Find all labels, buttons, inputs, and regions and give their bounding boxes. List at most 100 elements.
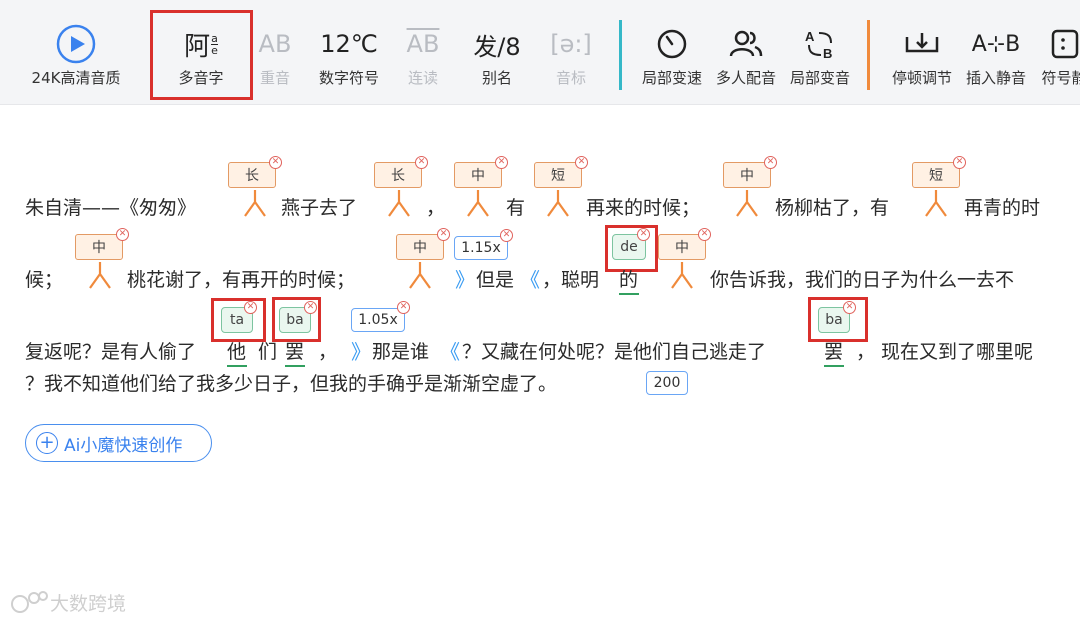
pause-marker-icon[interactable] xyxy=(668,262,696,290)
text-segment[interactable]: ， 现在又到了哪里呢 xyxy=(856,340,1033,364)
remove-icon[interactable]: ✕ xyxy=(575,156,588,169)
text-segment[interactable]: 朱自清——《匆匆》 xyxy=(25,196,196,220)
local-speed-button[interactable]: 局部变速 xyxy=(636,0,708,104)
pause-tag-mid[interactable]: 中 xyxy=(396,234,444,260)
pause-marker-icon[interactable] xyxy=(241,190,269,218)
pause-tag-short[interactable]: 短 xyxy=(534,162,582,188)
alias-icon: 发/8 xyxy=(473,32,521,61)
pause-tag-long[interactable]: 长 xyxy=(228,162,276,188)
polyphone-highlight-box xyxy=(150,10,253,100)
remove-icon[interactable]: ✕ xyxy=(953,156,966,169)
text-segment[interactable]: ，聪明 xyxy=(542,268,599,292)
pause-adjust-icon xyxy=(905,22,939,66)
phonetic-icon: [ə:] xyxy=(550,30,592,58)
alias-button[interactable]: 发/8 别名 xyxy=(472,0,522,104)
remove-icon[interactable]: ✕ xyxy=(116,228,129,241)
number-symbol-button[interactable]: 12℃ 数字符号 xyxy=(312,0,386,104)
remove-icon[interactable]: ✕ xyxy=(437,228,450,241)
speed-rate-tag[interactable]: 1.05x xyxy=(351,308,405,332)
polyphone-char[interactable]: 他 xyxy=(227,340,246,364)
remove-icon[interactable]: ✕ xyxy=(269,156,282,169)
hd-audio-button[interactable]: 24K高清音质 xyxy=(20,0,132,104)
speed-start-marker-icon[interactable]: 》 xyxy=(455,268,475,292)
silence-duration-tag[interactable]: 200 xyxy=(646,371,688,395)
toolbar-separator xyxy=(867,20,870,90)
multi-voice-button[interactable]: 多人配音 xyxy=(710,0,782,104)
remove-icon[interactable]: ✕ xyxy=(397,301,410,314)
polyphone-char[interactable]: 罢 xyxy=(285,340,304,364)
pause-tag-mid[interactable]: 中 xyxy=(75,234,123,260)
speed-rate-tag[interactable]: 1.15x xyxy=(454,236,508,260)
play-circle-icon xyxy=(56,22,96,66)
text-segment[interactable]: ， xyxy=(426,196,445,220)
text-segment[interactable]: ？又藏在何处呢？是他们自己逃走了 xyxy=(462,340,766,364)
watermark-logo-icon xyxy=(11,591,48,613)
number-symbol-icon: 12℃ xyxy=(320,30,378,58)
pinyin-underline xyxy=(285,365,305,367)
remove-icon[interactable]: ✕ xyxy=(415,156,428,169)
speed-gauge-icon xyxy=(656,22,688,66)
text-segment[interactable]: 再青的时 xyxy=(964,196,1040,220)
watermark-text: 大数跨境 xyxy=(50,592,127,615)
symbol-silence-icon xyxy=(1049,22,1079,66)
ai-quick-create-label: Ai小魔快速创作 xyxy=(64,435,183,456)
text-segment[interactable]: 复返呢？是有人偷了 xyxy=(25,340,196,364)
pinyin-highlight-box xyxy=(272,297,321,342)
text-segment[interactable]: 们 xyxy=(258,340,277,364)
text-segment[interactable]: 那是谁 xyxy=(372,340,429,364)
pause-marker-icon[interactable] xyxy=(464,190,492,218)
liaison-icon: AB xyxy=(406,30,440,58)
text-segment[interactable]: 有 xyxy=(506,196,525,220)
hd-audio-label: 24K高清音质 xyxy=(31,69,121,87)
speed-end-marker-icon[interactable]: 《 xyxy=(440,340,460,364)
pinyin-underline xyxy=(824,365,844,367)
watermark: 大数跨境 xyxy=(10,588,126,616)
people-icon xyxy=(729,22,763,66)
text-editor[interactable]: 长 ✕ 长 ✕ 中 ✕ 短 ✕ 中 ✕ 短 ✕ 朱自清——《匆匆》 燕子去了 ，… xyxy=(0,104,1080,624)
pause-marker-icon[interactable] xyxy=(385,190,413,218)
text-segment[interactable]: 你告诉我，我们的日子为什么一去不 xyxy=(710,268,1014,292)
pause-tag-mid[interactable]: 中 xyxy=(723,162,771,188)
polyphone-char[interactable]: 的 xyxy=(619,268,638,292)
remove-icon[interactable]: ✕ xyxy=(698,228,711,241)
remove-icon[interactable]: ✕ xyxy=(495,156,508,169)
pause-marker-icon[interactable] xyxy=(86,262,114,290)
pause-adjust-button[interactable]: 停顿调节 xyxy=(886,0,958,104)
stress-button[interactable]: AB 重音 xyxy=(250,0,300,104)
text-segment[interactable]: 桃花谢了，有再开的时候； xyxy=(127,268,355,292)
text-segment[interactable]: 杨柳枯了，有 xyxy=(775,196,889,220)
text-segment[interactable]: 但是 xyxy=(476,268,514,292)
insert-silence-button[interactable]: A⊹B 插入静音 xyxy=(960,0,1032,104)
phonetic-button[interactable]: [ə:] 音标 xyxy=(546,0,596,104)
text-segment[interactable]: ， xyxy=(318,340,337,364)
pinyin-highlight-box xyxy=(808,297,868,342)
liaison-button[interactable]: AB 连读 xyxy=(398,0,448,104)
symbol-silence-label: 符号静 xyxy=(1041,69,1080,87)
local-speed-label: 局部变速 xyxy=(641,69,702,87)
polyphone-char[interactable]: 罢 xyxy=(824,340,843,364)
ai-quick-create-button[interactable]: + Ai小魔快速创作 xyxy=(25,424,212,462)
text-segment[interactable]: 燕子去了 xyxy=(281,196,357,220)
speed-end-marker-icon[interactable]: 《 xyxy=(520,268,540,292)
local-voice-change-button[interactable]: AB 局部变音 xyxy=(784,0,856,104)
pause-tag-short[interactable]: 短 xyxy=(912,162,960,188)
text-segment[interactable]: 再来的时候； xyxy=(586,196,700,220)
svg-text:B: B xyxy=(823,46,832,61)
pause-marker-icon[interactable] xyxy=(733,190,761,218)
text-segment[interactable]: 候； xyxy=(25,268,63,292)
speed-start-marker-icon[interactable]: 》 xyxy=(351,340,371,364)
text-segment[interactable]: ？我不知道他们给了我多少日子，但我的手确乎是渐渐空虚了。 xyxy=(25,372,557,396)
number-symbol-label: 数字符号 xyxy=(318,69,379,87)
pause-tag-long[interactable]: 长 xyxy=(374,162,422,188)
remove-icon[interactable]: ✕ xyxy=(500,229,513,242)
pause-marker-icon[interactable] xyxy=(922,190,950,218)
pause-marker-icon[interactable] xyxy=(544,190,572,218)
pause-tag-mid[interactable]: 中 xyxy=(454,162,502,188)
ab-swap-icon: AB xyxy=(803,22,837,66)
alias-label: 别名 xyxy=(481,69,512,87)
remove-icon[interactable]: ✕ xyxy=(764,156,777,169)
pinyin-highlight-box xyxy=(605,225,658,272)
symbol-silence-button[interactable]: 符号静 xyxy=(1034,0,1080,104)
pause-marker-icon[interactable] xyxy=(406,262,434,290)
toolbar-separator xyxy=(619,20,622,90)
